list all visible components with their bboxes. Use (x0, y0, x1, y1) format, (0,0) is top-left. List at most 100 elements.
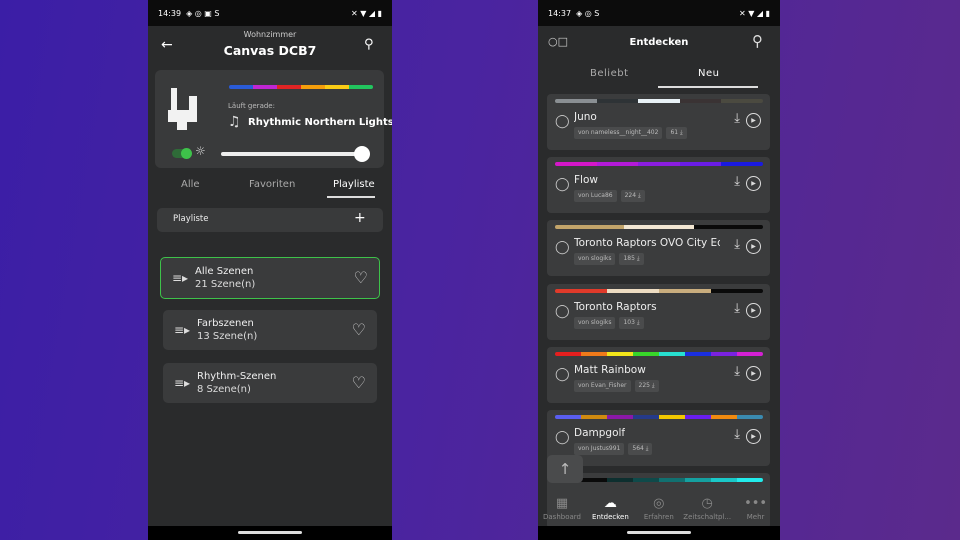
play-icon[interactable]: ▶ (746, 239, 761, 255)
scene-card[interactable]: ◯ Matt Rainbow von Evan_Fisher 225 ⤓ ⤓ ▶ (547, 346, 770, 403)
palette-segment (607, 415, 633, 419)
nav-label: Dashboard (543, 513, 581, 521)
palette-bar (555, 478, 763, 483)
brightness-slider-thumb[interactable] (354, 146, 370, 162)
home-indicator[interactable] (627, 531, 691, 534)
playlist-item[interactable]: ≡▸ Farbszenen 13 Szene(n) ♡ (163, 310, 377, 350)
palette-segment (685, 415, 711, 419)
nav-entdecken[interactable]: ☁ Entdecken (586, 496, 634, 521)
scene-author[interactable]: von Evan_Fisher (574, 379, 631, 392)
heart-icon[interactable]: ♡ (352, 373, 366, 392)
tab-beliebt[interactable]: Beliebt (590, 68, 629, 79)
tab-favoriten[interactable]: Favoriten (249, 179, 295, 190)
playlist-icon: ≡▸ (174, 323, 191, 337)
tab-playliste[interactable]: Playliste (333, 179, 375, 190)
palette-segment (737, 478, 763, 483)
palette-segment (638, 99, 680, 103)
play-icon[interactable]: ▶ (746, 365, 761, 381)
droplet-icon: ◯ (555, 430, 570, 445)
settings-sliders-icon[interactable]: ⚲ (364, 37, 374, 52)
scene-card[interactable]: ◯ Juno von nameless__night__402 61 ⤓ ⤓ ▶ (547, 94, 770, 150)
scene-author[interactable]: von nameless__night__402 (574, 127, 663, 139)
now-playing-label: Läuft gerade: (228, 102, 275, 110)
cloud-download-icon: ☁ (603, 496, 617, 511)
play-icon[interactable]: ▶ (746, 113, 761, 128)
palette-segment (301, 85, 325, 89)
palette-segment (633, 351, 659, 356)
palette-segment (253, 85, 277, 89)
device-screen: 14:39 ◈ ◎ ▣ S ✕ ▼ ◢ ▮ Wohnzimmer Canvas … (148, 0, 392, 540)
palette-segment (325, 85, 349, 89)
room-name: Wohnzimmer (243, 30, 297, 39)
heart-icon[interactable]: ♡ (354, 268, 368, 287)
playlist-title: Alle Szenen (195, 266, 254, 277)
download-icon[interactable]: ⤓ (734, 174, 740, 189)
download-icon[interactable]: ⤓ (734, 364, 740, 379)
nav-mehr[interactable]: ••• Mehr (732, 496, 780, 521)
play-icon[interactable]: ▶ (746, 176, 761, 192)
brightness-slider[interactable] (221, 152, 367, 156)
download-count: 185 ⤓ (619, 253, 644, 266)
power-toggle[interactable] (172, 148, 192, 159)
download-icon[interactable]: ⤓ (734, 237, 740, 252)
download-icon[interactable]: ⤓ (734, 111, 740, 126)
play-icon[interactable]: ▶ (746, 302, 761, 318)
playlist-item[interactable]: ≡▸ Rhythm-Szenen 8 Szene(n) ♡ (163, 363, 377, 403)
dashboard-icon: ▦ (555, 496, 569, 511)
download-count: 103 ⤓ (619, 316, 644, 329)
palette-segment (581, 415, 607, 419)
palette-bar (555, 99, 763, 103)
scene-card[interactable]: ◯ Toronto Raptors von slogiks 103 ⤓ ⤓ ▶ (547, 283, 770, 340)
palette-segment (659, 351, 685, 356)
search-icon[interactable]: ⚲ (752, 32, 763, 50)
device-layout-icon (168, 88, 197, 130)
system-icons: ✕ ▼ ◢ ▮ (738, 8, 770, 18)
scene-author[interactable]: von Justus991 (574, 443, 625, 455)
palette-segment (679, 99, 722, 103)
active-tab-indicator (327, 196, 375, 198)
droplet-icon: ◯ (555, 366, 570, 382)
notification-icons: ◈ ◎ ▣ S (186, 8, 220, 18)
play-icon[interactable]: ▶ (746, 429, 761, 444)
download-icon[interactable]: ⤓ (734, 301, 740, 316)
back-icon[interactable]: ← (161, 37, 173, 53)
nav-dashboard[interactable]: ▦ Dashboard (538, 496, 586, 521)
download-icon[interactable]: ⤓ (734, 427, 740, 442)
scene-author[interactable]: von slogiks (574, 316, 616, 329)
active-tab-indicator (658, 86, 758, 88)
scene-name: Dampgolf (574, 427, 626, 439)
nav-erfahren[interactable]: ◎ Erfahren (635, 496, 683, 521)
notification-icons: ◈ ◎ S (576, 8, 600, 18)
playlist-title: Rhythm-Szenen (197, 371, 277, 382)
palette-segment (607, 351, 633, 356)
download-count-value: 61 (670, 129, 679, 136)
heart-icon[interactable]: ♡ (352, 320, 366, 339)
scene-card[interactable]: ◯ Toronto Raptors OVO City Edi von slogiks… (547, 220, 770, 277)
scene-author[interactable]: von slogiks (574, 253, 616, 266)
nav-zeitschaltpl[interactable]: ◷ Zeitschaltpl... (683, 496, 731, 521)
palette-bar (555, 162, 763, 167)
playlist-item[interactable]: ≡▸ Alle Szenen 21 Szene(n) ♡ (160, 257, 380, 299)
palette-segment (277, 85, 301, 89)
scene-name: Flow (574, 174, 598, 187)
tab-alle[interactable]: Alle (181, 179, 200, 190)
scroll-to-top-button[interactable]: ↑ (547, 455, 583, 483)
palette-segment (659, 478, 685, 483)
palette-bar (229, 85, 373, 89)
add-playlist-button[interactable]: + (354, 210, 366, 226)
status-bar: 14:39 ◈ ◎ ▣ S ✕ ▼ ◢ ▮ (148, 0, 392, 26)
palette-segment (555, 415, 581, 419)
palette-segment (607, 288, 659, 293)
scene-name: Matt Rainbow (574, 363, 646, 376)
palette-segment (596, 162, 639, 167)
more-icon: ••• (744, 496, 768, 511)
scene-card[interactable]: ◯ Flow von Luca86 224 ⤓ ⤓ ▶ (547, 157, 770, 214)
download-count: 224 ⤓ (620, 190, 645, 203)
playlist-count: 8 Szene(n) (197, 384, 251, 395)
system-icons: ✕ ▼ ◢ ▮ (350, 8, 382, 18)
home-indicator[interactable] (238, 531, 302, 534)
clock-icon: ◷ (701, 496, 713, 511)
scene-author[interactable]: von Luca86 (574, 190, 617, 203)
tab-neu[interactable]: Neu (698, 68, 719, 79)
palette-segment (659, 288, 711, 293)
